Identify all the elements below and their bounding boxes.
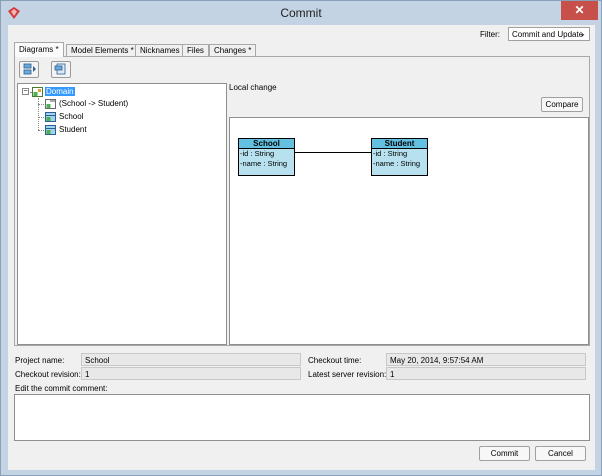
commit-comment-input[interactable] [14,394,590,441]
tab-files[interactable]: Files [182,44,209,56]
uml-attribute: -name : String [373,159,421,168]
window-title: Commit [280,6,322,20]
dialog-body: Filter: Commit and Update ⌄ Diagrams * M… [8,25,595,470]
project-name-field: School [81,353,301,366]
close-button[interactable]: ✕ [561,1,598,20]
tree-connector [38,130,44,131]
checkout-time-field: May 20, 2014, 9:57:54 AM [386,353,586,366]
tree-connector [38,98,39,130]
diagram-tree: − Domain (School -> Student) School Stud… [17,83,227,345]
uml-attribute: -name : String [240,159,288,168]
local-change-label: Local change [229,83,277,92]
tree-item-association[interactable]: (School -> Student) [45,99,129,109]
cancel-button[interactable]: Cancel [535,446,586,461]
commit-window: Commit ✕ Filter: Commit and Update ⌄ Dia… [0,0,602,476]
diagram-icon [32,87,43,97]
tree-collapse-toggle[interactable]: − [22,88,29,95]
uml-attribute: -id : String [240,149,275,158]
tree-connector [38,117,44,118]
collapse-all-button[interactable] [51,61,71,78]
tree-item-label: Domain [45,87,75,96]
tree-item-student[interactable]: Student [45,125,88,135]
filter-label: Filter: [480,30,500,39]
latest-revision-label: Latest server revision: [308,370,387,379]
filter-dropdown[interactable]: Commit and Update ⌄ [508,27,590,41]
uml-class-student: Student -id : String -name : String [371,138,428,176]
class-icon [45,112,56,122]
tree-item-label: School [59,112,84,121]
diagram-preview: School -id : String -name : String Stude… [229,117,589,345]
title-bar: Commit ✕ [1,1,601,25]
checkout-time-label: Checkout time: [308,356,362,365]
association-line [294,152,372,153]
tree-item-domain[interactable]: Domain [32,87,75,97]
preview-panel: Local change Compare School -id : String… [229,83,589,345]
tab-model-elements[interactable]: Model Elements * [66,44,139,56]
uml-class-school: School -id : String -name : String [238,138,295,176]
uml-class-name: Student [372,139,427,149]
commit-comment-label: Edit the commit comment: [15,384,108,393]
compare-button[interactable]: Compare [541,97,583,112]
expand-all-icon [23,63,36,75]
tree-item-label: Student [59,125,87,134]
tree-item-label: (School -> Student) [59,99,129,108]
diagrams-tab-panel: − Domain (School -> Student) School Stud… [14,56,590,346]
association-icon [45,99,56,109]
commit-button[interactable]: Commit [479,446,530,461]
latest-revision-field: 1 [386,367,586,380]
tab-changes[interactable]: Changes * [209,44,257,56]
class-icon [45,125,56,135]
uml-attribute: -id : String [373,149,408,158]
tree-item-school[interactable]: School [45,112,84,122]
expand-all-button[interactable] [19,61,39,78]
chevron-down-icon: ⌄ [579,29,586,38]
tab-nicknames[interactable]: Nicknames [135,44,185,56]
tree-connector [38,104,44,105]
collapse-all-icon [54,63,66,75]
filter-value: Commit and Update [512,30,584,39]
checkout-revision-label: Checkout revision: [15,370,81,379]
uml-class-name: School [239,139,294,149]
checkout-revision-field: 1 [81,367,301,380]
project-name-label: Project name: [15,356,65,365]
tab-diagrams[interactable]: Diagrams * [14,42,64,57]
